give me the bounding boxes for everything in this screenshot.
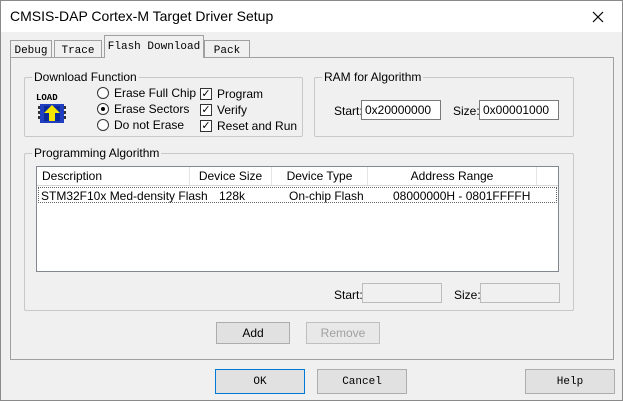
radio-do-not-erase[interactable]: Do not Erase (97, 118, 184, 132)
algo-start-field[interactable] (362, 283, 442, 303)
checkbox-verify[interactable]: ✓ Verify (200, 103, 247, 117)
checkbox-reset-and-run-label: Reset and Run (217, 119, 298, 133)
dialog-window: CMSIS-DAP Cortex-M Target Driver Setup D… (0, 0, 623, 401)
download-function-title: Download Function (32, 70, 139, 84)
window-title: CMSIS-DAP Cortex-M Target Driver Setup (10, 8, 274, 24)
checkbox-program[interactable]: ✓ Program (200, 87, 263, 101)
tab-flash-download-label: Flash Download (107, 41, 201, 53)
algorithm-list[interactable]: Description Device Size Device Type Addr… (36, 166, 559, 272)
add-button[interactable]: Add (216, 322, 290, 344)
title-bar: CMSIS-DAP Cortex-M Target Driver Setup (1, 1, 622, 32)
ram-start-label: Start: (334, 104, 363, 118)
close-icon (592, 11, 604, 22)
load-flash-icon: LOAD (35, 92, 69, 125)
checkbox-program-label: Program (217, 87, 264, 101)
column-description[interactable]: Description (37, 167, 190, 185)
cell-description: STM32F10x Med-density Flash (41, 189, 208, 203)
radio-erase-full-chip-label: Erase Full Chip (114, 86, 197, 100)
remove-button[interactable]: Remove (306, 322, 380, 344)
check-icon: ✓ (200, 104, 212, 116)
algo-size-label: Size: (454, 288, 481, 302)
radio-erase-sectors[interactable]: Erase Sectors (97, 102, 189, 116)
check-icon: ✓ (200, 88, 212, 100)
tab-trace-label: Trace (61, 44, 95, 57)
close-button[interactable] (578, 1, 618, 32)
help-button-label: Help (556, 375, 584, 388)
algo-size-field[interactable] (480, 283, 560, 303)
cell-device-type: On-chip Flash (289, 189, 364, 203)
cancel-button[interactable]: Cancel (317, 369, 407, 394)
remove-button-label: Remove (320, 326, 366, 340)
tab-debug-label: Debug (14, 44, 48, 57)
radio-erase-sectors-label: Erase Sectors (114, 102, 190, 116)
column-device-type[interactable]: Device Type (272, 167, 368, 185)
ok-button[interactable]: OK (215, 369, 305, 394)
add-button-label: Add (242, 326, 264, 340)
download-function-group: Download Function LOAD Erase Full Chip E… (24, 70, 303, 137)
radio-erase-full-chip[interactable]: Erase Full Chip (97, 86, 196, 100)
radio-dot (97, 119, 109, 131)
programming-algorithm-title: Programming Algorithm (32, 146, 162, 160)
ram-for-algorithm-group: RAM for Algorithm Start: 0x20000000 Size… (314, 70, 574, 137)
cell-device-size: 128k (219, 189, 246, 203)
svg-text:LOAD: LOAD (36, 93, 58, 103)
table-row[interactable]: STM32F10x Med-density Flash 128k On-chip… (38, 187, 557, 203)
column-device-size[interactable]: Device Size (190, 167, 272, 185)
help-button[interactable]: Help (525, 369, 615, 394)
algo-start-label: Start: (334, 288, 363, 302)
ram-start-field[interactable]: 0x20000000 (361, 100, 441, 120)
ram-size-label: Size: (453, 104, 480, 118)
ram-for-algorithm-title: RAM for Algorithm (322, 70, 424, 84)
checkbox-reset-and-run[interactable]: ✓ Reset and Run (200, 119, 297, 133)
tab-flash-download[interactable]: Flash Download (104, 35, 204, 58)
list-header: Description Device Size Device Type Addr… (37, 167, 558, 186)
radio-dot-selected (97, 103, 109, 115)
column-address-range[interactable]: Address Range (368, 167, 537, 185)
cell-address-range: 08000000H - 0801FFFFH (393, 189, 531, 203)
radio-do-not-erase-label: Do not Erase (114, 118, 185, 132)
checkbox-verify-label: Verify (217, 103, 248, 117)
ok-button-label: OK (253, 375, 267, 388)
ram-size-field[interactable]: 0x00001000 (479, 100, 559, 120)
radio-dot (97, 87, 109, 99)
check-icon: ✓ (200, 120, 212, 132)
cancel-button-label: Cancel (342, 375, 382, 388)
tab-pack-label: Pack (213, 44, 241, 57)
